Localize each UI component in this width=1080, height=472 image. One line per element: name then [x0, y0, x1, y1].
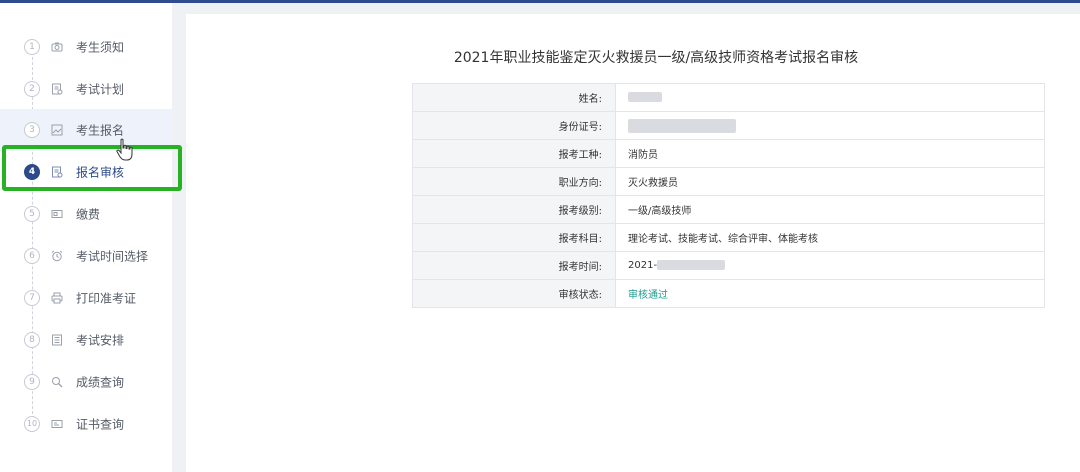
redacted-block: [628, 92, 662, 102]
hand-pointer-cursor-icon: [115, 138, 135, 162]
main-content-panel: 2021年职业技能鉴定灭火救援员一级/高级技师资格考试报名审核 姓名: 身份证号…: [186, 14, 1080, 472]
step-label: 报名审核: [76, 165, 125, 180]
step-item-exam-plan[interactable]: 2 考试计划: [0, 68, 172, 110]
step-item-payment[interactable]: 5 缴费: [0, 193, 172, 235]
step-item-exam-arrangement[interactable]: 8 考试安排: [0, 319, 172, 361]
step-number: 1: [24, 39, 40, 55]
redacted-block: [657, 260, 726, 270]
row-label: 身份证号:: [412, 111, 616, 140]
step-item-score-query[interactable]: 9 成绩查询: [0, 361, 172, 403]
camera-icon: [51, 41, 63, 53]
step-label: 打印准考证: [76, 291, 137, 306]
step-number: 7: [24, 290, 40, 306]
row-value-id-number: [615, 111, 1045, 140]
step-sidebar: 1 考生须知 2 考试计划 3 考生报名 4 报名审核 5 缴费 6 考试时间选…: [0, 3, 182, 472]
step-number: 4: [24, 164, 40, 180]
row-label: 报考级别:: [412, 195, 616, 224]
step-number: 9: [24, 374, 40, 390]
row-label: 审核状态:: [412, 279, 616, 308]
table-row: 报考时间: 2021-: [412, 251, 1045, 280]
step-item-exam-time-selection[interactable]: 6 考试时间选择: [0, 235, 172, 277]
page-title: 2021年职业技能鉴定灭火救援员一级/高级技师资格考试报名审核: [453, 50, 859, 66]
document-icon: [51, 83, 63, 95]
step-item-registration-review[interactable]: 4 报名审核: [0, 151, 172, 193]
list-icon: [51, 334, 63, 346]
row-label: 报考时间:: [412, 251, 616, 280]
step-label: 成绩查询: [76, 375, 125, 390]
card-icon: [51, 418, 63, 430]
wallet-icon: [51, 208, 63, 220]
row-label: 报考科目:: [412, 223, 616, 252]
step-number: 10: [24, 416, 40, 432]
table-row: 审核状态: 审核通过: [412, 279, 1045, 308]
step-item-registration[interactable]: 3 考生报名: [0, 109, 172, 151]
step-label: 考生报名: [76, 123, 125, 138]
table-row: 报考科目: 理论考试、技能考试、综合评审、体能考核: [412, 223, 1045, 252]
row-value-name: [615, 83, 1045, 112]
step-number: 8: [24, 332, 40, 348]
step-label: 考试安排: [76, 333, 125, 348]
image-icon: [51, 124, 63, 136]
step-item-print-admission-ticket[interactable]: 7 打印准考证: [0, 277, 172, 319]
alarm-clock-icon: [51, 250, 63, 262]
step-number: 6: [24, 248, 40, 264]
step-number: 2: [24, 81, 40, 97]
row-value-direction: 灭火救援员: [615, 167, 1045, 196]
step-item-exam-notice[interactable]: 1 考生须知: [0, 26, 172, 68]
document-check-icon: [51, 166, 63, 178]
review-status-value: 审核通过: [615, 279, 1045, 308]
step-number: 3: [24, 122, 40, 138]
row-label: 姓名:: [412, 83, 616, 112]
step-label: 证书查询: [76, 417, 125, 432]
step-number: 5: [24, 206, 40, 222]
search-icon: [51, 376, 63, 388]
step-label: 缴费: [76, 207, 101, 222]
step-label: 考试计划: [76, 82, 125, 97]
row-value-time: 2021-: [615, 251, 1045, 280]
row-label: 报考工种:: [412, 139, 616, 168]
step-label: 考试时间选择: [76, 249, 149, 264]
row-label: 职业方向:: [412, 167, 616, 196]
step-label: 考生须知: [76, 40, 125, 55]
table-row: 报考工种: 消防员: [412, 139, 1045, 168]
table-row: 报考级别: 一级/高级技师: [412, 195, 1045, 224]
step-item-certificate-query[interactable]: 10 证书查询: [0, 403, 172, 445]
table-row: 职业方向: 灭火救援员: [412, 167, 1045, 196]
row-value-subjects: 理论考试、技能考试、综合评审、体能考核: [615, 223, 1045, 252]
redacted-block: [628, 118, 736, 133]
row-value-trade: 消防员: [615, 139, 1045, 168]
table-row: 身份证号:: [412, 111, 1045, 140]
table-row: 姓名:: [412, 83, 1045, 112]
printer-icon: [51, 292, 63, 304]
row-value-level: 一级/高级技师: [615, 195, 1045, 224]
review-info-table: 姓名: 身份证号: 报考工种: 消防员 职业方向: 灭火救援员 报考级别: 一级…: [412, 83, 1045, 308]
